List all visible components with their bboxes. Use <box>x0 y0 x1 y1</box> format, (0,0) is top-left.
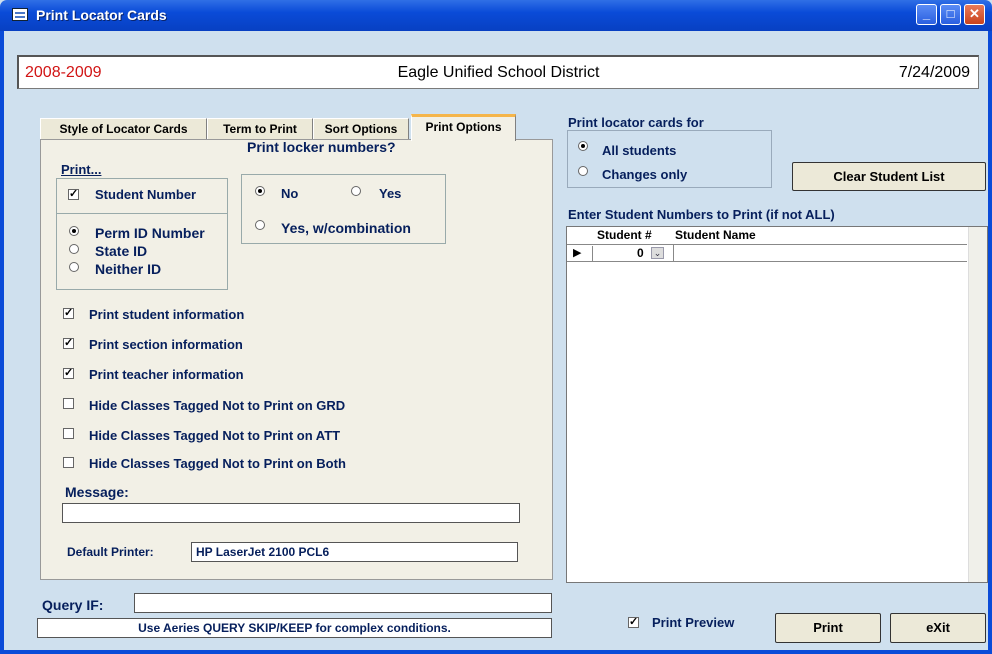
window-title: Print Locator Cards <box>36 7 167 23</box>
hide-both-checkbox[interactable] <box>63 457 74 468</box>
print-locator-cards-window: Print Locator Cards _ □ ✕ 2008-2009 Eagl… <box>0 0 992 654</box>
state-id-radio[interactable] <box>69 244 79 254</box>
app-icon <box>12 8 28 21</box>
message-input[interactable] <box>62 503 520 523</box>
tab-print-options[interactable]: Print Options <box>411 114 516 141</box>
locker-yes-label: Yes <box>379 186 402 201</box>
query-hint-text: Use Aeries QUERY SKIP/KEEP for complex c… <box>138 621 451 635</box>
print-section-info-label: Print section information <box>89 337 243 352</box>
maximize-icon: □ <box>946 6 955 21</box>
print-button-label: Print <box>813 620 843 635</box>
changes-only-label: Changes only <box>602 167 688 182</box>
tab-style-of-locator-cards[interactable]: Style of Locator Cards <box>40 118 207 140</box>
print-heading: Print... <box>61 162 102 177</box>
neither-id-radio[interactable] <box>69 262 79 272</box>
tab-sort-options[interactable]: Sort Options <box>313 118 409 140</box>
hide-both-label: Hide Classes Tagged Not to Print on Both <box>89 456 346 471</box>
chevron-down-icon[interactable]: ⌄ <box>651 247 664 259</box>
default-printer-value: HP LaserJet 2100 PCL6 <box>196 545 330 559</box>
current-date: 7/24/2009 <box>898 64 970 81</box>
perm-id-label: Perm ID Number <box>95 225 205 241</box>
cards-for-group: All students Changes only <box>567 130 772 188</box>
minimize-icon: _ <box>922 6 931 21</box>
print-teacher-info-checkbox[interactable] <box>63 366 74 379</box>
locker-no-radio[interactable] <box>255 186 265 196</box>
locker-no-label: No <box>281 186 299 201</box>
cards-for-heading: Print locator cards for <box>568 115 704 130</box>
title-bar[interactable]: Print Locator Cards _ □ ✕ <box>0 0 992 31</box>
print-student-info-checkbox[interactable] <box>63 306 74 319</box>
grid-scrollbar[interactable] <box>968 227 987 582</box>
print-preview-checkbox[interactable] <box>628 615 639 628</box>
close-button[interactable]: ✕ <box>964 4 985 25</box>
clear-student-list-button[interactable]: Clear Student List <box>792 162 986 191</box>
exit-button-label: eXit <box>926 620 950 635</box>
student-number-label: Student Number <box>95 187 197 202</box>
student-list-grid[interactable]: Student # Student Name ▶ 0 ⌄ <box>566 226 988 583</box>
locker-yes-combination-radio[interactable] <box>255 220 265 230</box>
hide-att-label: Hide Classes Tagged Not to Print on ATT <box>89 428 341 443</box>
print-button[interactable]: Print <box>775 613 881 643</box>
col-student-number: Student # <box>597 228 652 242</box>
col-student-name: Student Name <box>675 228 756 242</box>
table-row[interactable]: ▶ 0 ⌄ <box>567 244 967 262</box>
perm-id-radio[interactable] <box>69 226 79 236</box>
grid-header: Student # Student Name <box>567 227 987 243</box>
close-icon: ✕ <box>969 6 980 21</box>
locker-yes-radio[interactable] <box>351 186 361 196</box>
exit-button[interactable]: eXit <box>890 613 986 643</box>
hide-att-checkbox[interactable] <box>63 428 74 439</box>
header-bar: 2008-2009 Eagle Unified School District … <box>17 55 979 89</box>
all-students-label: All students <box>602 143 677 158</box>
print-options-panel: Print... Student Number Perm ID Number S… <box>40 139 553 580</box>
student-number-cell[interactable]: 0 <box>637 246 644 260</box>
hide-grd-checkbox[interactable] <box>63 398 74 409</box>
query-if-input[interactable] <box>134 593 552 613</box>
default-printer-label: Default Printer: <box>67 545 154 559</box>
district-name: Eagle Unified School District <box>397 64 600 81</box>
message-label: Message: <box>65 484 129 500</box>
neither-id-label: Neither ID <box>95 261 162 277</box>
print-section-info-checkbox[interactable] <box>63 336 74 349</box>
student-list-heading: Enter Student Numbers to Print (if not A… <box>568 207 835 222</box>
row-pointer-icon: ▶ <box>573 247 582 259</box>
print-teacher-info-label: Print teacher information <box>89 367 244 382</box>
column-divider <box>673 245 674 261</box>
query-if-label: Query IF: <box>42 597 104 613</box>
minimize-button[interactable]: _ <box>916 4 937 25</box>
state-id-label: State ID <box>95 243 148 259</box>
changes-only-radio[interactable] <box>578 166 588 176</box>
student-number-checkbox[interactable] <box>68 187 79 200</box>
row-selector[interactable]: ▶ <box>568 246 593 261</box>
locker-yes-combination-label: Yes, w/combination <box>281 220 411 236</box>
maximize-button[interactable]: □ <box>940 4 961 25</box>
print-student-info-label: Print student information <box>89 307 245 322</box>
query-hint-box: Use Aeries QUERY SKIP/KEEP for complex c… <box>37 618 552 638</box>
locker-heading: Print locker numbers? <box>247 139 396 155</box>
all-students-radio[interactable] <box>578 141 588 151</box>
default-printer-field: HP LaserJet 2100 PCL6 <box>191 542 518 562</box>
tab-term-to-print[interactable]: Term to Print <box>207 118 313 140</box>
print-preview-label: Print Preview <box>652 615 735 630</box>
hide-grd-label: Hide Classes Tagged Not to Print on GRD <box>89 398 346 413</box>
